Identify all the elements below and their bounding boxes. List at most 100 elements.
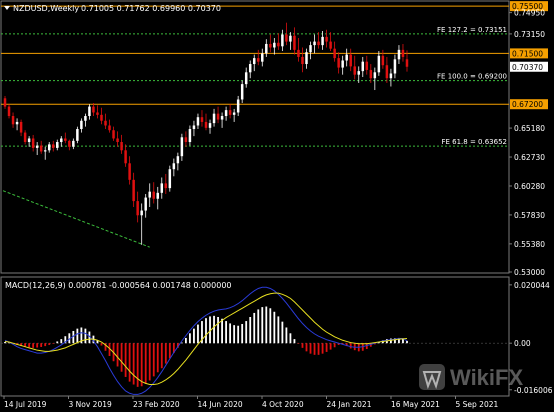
candle-body <box>265 43 268 54</box>
candle <box>240 80 244 104</box>
price-tag-label: 0.71500 <box>512 49 543 58</box>
candle-body <box>405 59 409 67</box>
candle-body <box>100 114 103 121</box>
macd-histogram-bar <box>297 343 300 344</box>
macd-histogram-bar <box>309 343 312 354</box>
candle-body <box>248 64 252 73</box>
fibonacci-level-label: FE 127.2 = 0.73151 <box>437 26 507 34</box>
candle <box>224 106 228 121</box>
candle <box>19 119 23 137</box>
candle-body <box>220 116 224 120</box>
candle <box>353 55 356 80</box>
candle-body <box>216 113 220 120</box>
candle-body <box>261 53 264 62</box>
candle-body <box>337 58 340 68</box>
candle-body <box>96 112 99 115</box>
candle-body <box>365 61 369 70</box>
macd-histogram-bar <box>136 343 139 387</box>
macd-histogram-bar <box>241 323 244 344</box>
candle-body <box>196 117 200 126</box>
price-tag-label: 0.67200 <box>512 100 543 109</box>
candle <box>269 34 272 53</box>
macd-histogram-bar <box>333 343 336 348</box>
candle-body <box>120 142 123 151</box>
macd-histogram-bar <box>305 343 308 352</box>
candle-body <box>188 129 192 143</box>
macd-histogram-bar <box>184 337 187 344</box>
candle <box>128 156 131 185</box>
candle-body <box>297 49 300 57</box>
candle-body <box>148 191 151 198</box>
candle-body <box>124 150 127 164</box>
candle <box>120 134 123 154</box>
candle-body <box>281 34 284 47</box>
candle <box>160 177 164 199</box>
candle <box>349 48 352 72</box>
candle-body <box>180 137 184 157</box>
symbol-dropdown-icon[interactable] <box>4 6 10 10</box>
macd-histogram-bar <box>285 327 288 344</box>
candle <box>31 134 35 152</box>
price-axis: 0.755000.715000.703700.672000.749500.731… <box>509 1 548 277</box>
candle <box>232 108 236 122</box>
time-axis-label: 5 Sep 2021 <box>456 400 499 409</box>
candle <box>60 136 63 147</box>
candle <box>68 139 71 151</box>
trendline <box>2 190 150 248</box>
macd-histogram-bar <box>253 312 256 344</box>
candle-body <box>68 140 71 147</box>
macd-histogram-bar <box>84 328 87 344</box>
candle-body <box>164 183 168 189</box>
candle <box>401 43 405 62</box>
macd-histogram-bar <box>289 333 292 344</box>
candle-body <box>208 123 212 128</box>
candle <box>397 45 401 65</box>
macd-histogram-bar <box>293 339 296 344</box>
candle-body <box>317 41 320 46</box>
candle <box>152 182 155 204</box>
candle <box>208 119 212 134</box>
candle <box>7 104 11 119</box>
candle-body <box>43 150 47 152</box>
candle-body <box>52 144 55 148</box>
candle-body <box>144 197 147 211</box>
macd-histogram-bar <box>189 333 191 344</box>
macd-histogram-bar <box>193 328 195 344</box>
candle <box>104 113 107 130</box>
candle-body <box>293 35 296 50</box>
time-axis-label: 16 May 2021 <box>391 400 440 409</box>
time-axis-label: 14 Jul 2019 <box>4 400 47 409</box>
time-axis-label: 4 Oct 2020 <box>262 400 304 409</box>
candle <box>3 95 7 109</box>
candle-body <box>11 116 15 125</box>
macd-histogram-bar <box>317 343 320 355</box>
macd-histogram-bar <box>233 325 236 344</box>
candle <box>212 108 216 127</box>
candle-body <box>313 41 316 46</box>
macd-histogram-bar <box>225 321 228 344</box>
macd-histogram-bar <box>36 343 39 348</box>
candle-body <box>47 144 51 151</box>
candle <box>196 113 200 130</box>
candle-body <box>289 35 292 42</box>
candle <box>204 113 208 131</box>
candle-body <box>128 163 131 180</box>
candle-body <box>27 138 31 143</box>
candle <box>176 152 180 171</box>
macd-histogram-bar <box>197 324 199 344</box>
price-panel[interactable]: FE 127.2 = 0.73151 FE 100.0 = 0.69200 FE 6… <box>1 5 509 248</box>
candle <box>88 104 91 120</box>
candle-body <box>373 72 377 79</box>
candle-body <box>345 54 348 61</box>
candle <box>317 32 320 49</box>
candle-body <box>192 125 196 130</box>
candle <box>52 140 55 152</box>
candle <box>313 34 316 54</box>
candle-body <box>212 113 216 124</box>
candle <box>341 55 344 75</box>
candle-body <box>273 42 276 48</box>
candle <box>305 48 308 69</box>
macd-histogram-bar <box>257 309 260 344</box>
candle <box>365 55 369 75</box>
candle <box>200 110 204 127</box>
